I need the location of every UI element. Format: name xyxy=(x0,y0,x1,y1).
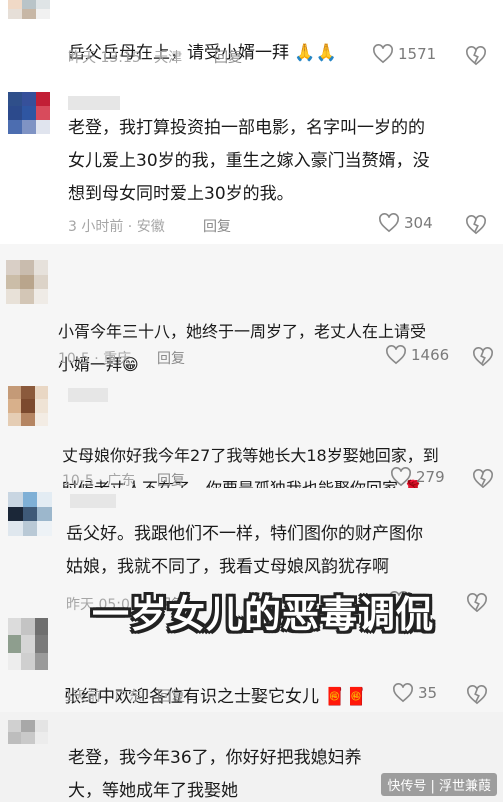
like-count: 1466 xyxy=(411,346,450,364)
comment-text: 老登，我今年36了，你好好把我媳妇养 大，等她成年了我娶她 xyxy=(68,748,362,801)
dislike-icon[interactable] xyxy=(472,469,494,489)
dislike-icon[interactable] xyxy=(465,46,487,66)
video-caption: 一岁女儿的恶毒调侃 xyxy=(92,593,434,636)
comment-meta: 3 小时前 · 安徽 xyxy=(68,219,165,235)
avatar[interactable] xyxy=(8,92,50,134)
comment-meta: 1天前 · 广东 xyxy=(64,689,143,705)
reply-button[interactable]: 回复 xyxy=(203,216,231,236)
reply-button[interactable]: 回复 xyxy=(157,348,185,368)
comment-1: 岳父岳母在上，请受小婿一拜 🙏🙏 昨天 13:15 · 天津 回复 1571 xyxy=(0,0,503,78)
username[interactable] xyxy=(68,388,108,402)
avatar[interactable] xyxy=(8,386,48,426)
dislike-icon[interactable] xyxy=(466,593,488,613)
comment-2: 老登，我打算投资拍一部电影，名字叫一岁的的 女儿爱上30岁的我，重生之嫁入豪门当… xyxy=(0,78,503,244)
dislike-icon[interactable] xyxy=(472,347,494,367)
comment-text: 岳父好。我跟他们不一样，特们图你的财产图你 姑娘，我就不同了，我看丈母娘风韵犹存… xyxy=(66,524,423,577)
heart-icon xyxy=(393,683,413,703)
like-count: 304 xyxy=(404,214,433,232)
reply-button[interactable]: 回复 xyxy=(157,470,185,490)
like-button[interactable]: 1571 xyxy=(372,44,436,64)
comment-meta: 10-5 · 广东 xyxy=(62,473,136,489)
comment-meta: 昨天 13:15 · 天津 xyxy=(68,50,183,66)
like-button[interactable]: 35 xyxy=(392,683,437,703)
dislike-icon[interactable] xyxy=(465,215,487,235)
avatar[interactable] xyxy=(8,492,52,536)
username[interactable] xyxy=(68,96,120,110)
comment-4: 丈母娘你好我今年27了我等她长大18岁娶她回家，到 时候老丈人不在了，你要是孤独… xyxy=(0,374,503,498)
avatar[interactable] xyxy=(8,720,48,756)
like-button[interactable]: 304 xyxy=(378,213,433,233)
dislike-icon[interactable] xyxy=(466,685,488,705)
comment-text: 老登，我打算投资拍一部电影，名字叫一岁的的 女儿爱上30岁的我，重生之嫁入豪门当… xyxy=(68,118,430,204)
reply-button[interactable]: 回复 xyxy=(214,47,242,67)
like-count: 35 xyxy=(418,684,438,702)
watermark: 快传号 | 浮世兼葭 xyxy=(381,773,497,796)
avatar[interactable] xyxy=(8,618,48,670)
red-envelope-emoji-icon: 🧧🧧 xyxy=(324,687,367,707)
comment-meta: 10-5 · 重庆 xyxy=(58,351,132,367)
like-button[interactable]: 1466 xyxy=(385,345,449,365)
avatar[interactable] xyxy=(8,0,50,28)
like-count: 279 xyxy=(416,468,445,486)
like-count: 1571 xyxy=(398,45,437,63)
heart-icon xyxy=(373,44,393,64)
username[interactable] xyxy=(70,494,116,508)
reply-button[interactable]: 回复 xyxy=(157,686,185,706)
heart-icon xyxy=(391,467,411,487)
like-button[interactable]: 279 xyxy=(390,467,445,487)
comment-3: 小胥今年三十八，她终于一周岁了，老丈人在上请受 小婿一拜😁 10-5 · 重庆 … xyxy=(0,244,503,374)
pray-emoji-icon: 🙏🙏 xyxy=(294,43,337,63)
avatar[interactable] xyxy=(6,260,48,304)
heart-icon xyxy=(386,345,406,365)
heart-icon xyxy=(379,213,399,233)
